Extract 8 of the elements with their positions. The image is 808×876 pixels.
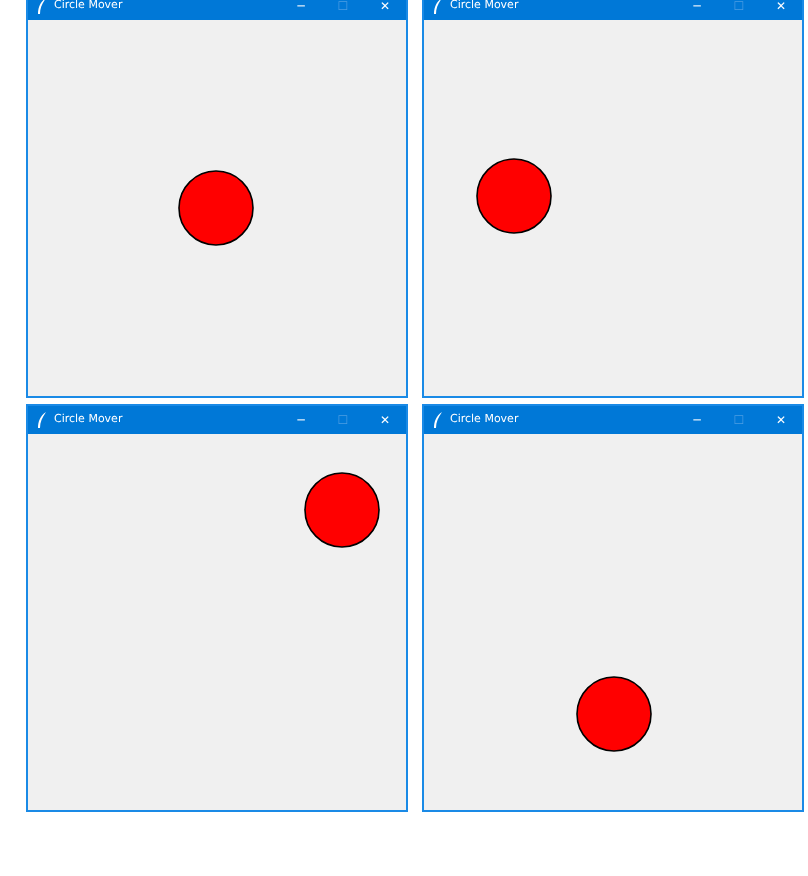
circle	[178, 170, 254, 246]
circle	[476, 158, 552, 234]
circle	[304, 472, 380, 548]
feather-icon	[432, 0, 444, 14]
feather-icon	[36, 0, 48, 14]
feather-icon	[36, 412, 48, 428]
circle	[576, 676, 652, 752]
feather-icon	[432, 412, 444, 428]
